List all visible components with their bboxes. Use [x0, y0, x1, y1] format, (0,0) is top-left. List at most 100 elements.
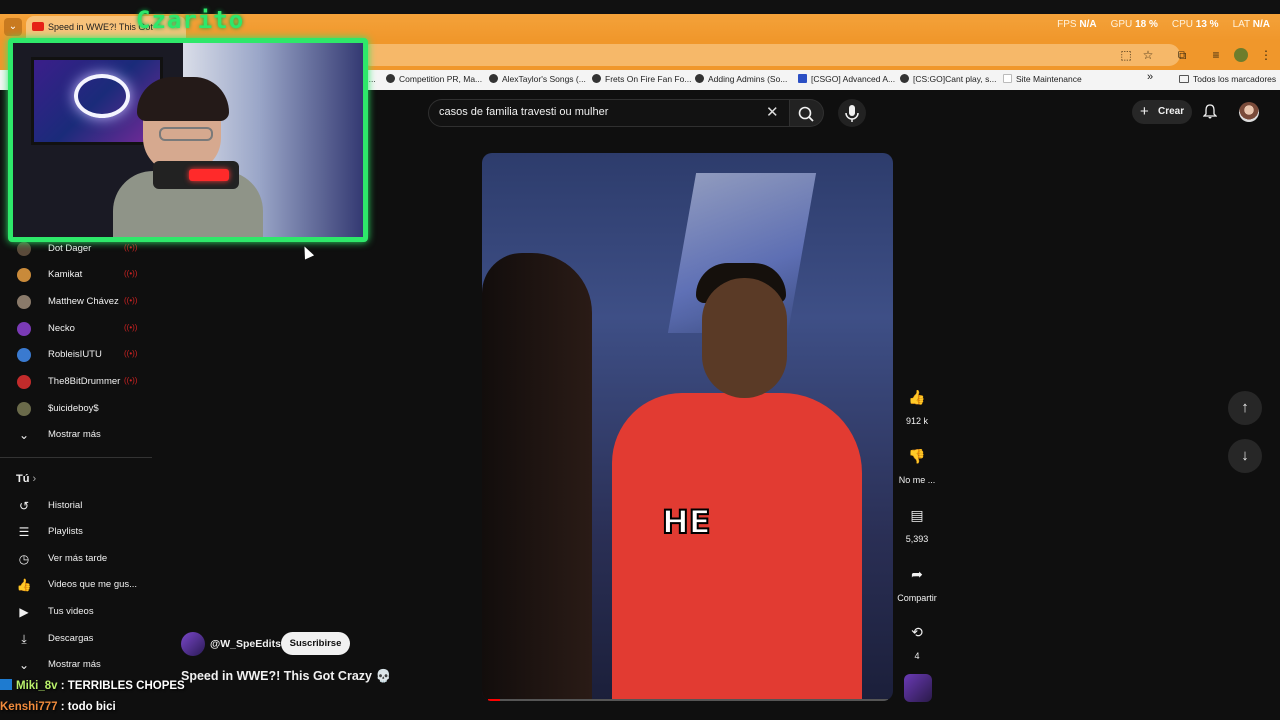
- dislike-button[interactable]: 👎 No me ...: [897, 440, 937, 485]
- sidebar-channel-suicideboys[interactable]: $uicideboy$: [0, 396, 152, 422]
- channel-avatar: [17, 268, 31, 282]
- sidebar-channel-necko[interactable]: Necko ((•)): [0, 316, 152, 342]
- live-indicator-icon: ((•)): [124, 243, 138, 252]
- search-button[interactable]: [790, 99, 824, 127]
- channel-name[interactable]: @W_SpeEdits: [210, 638, 281, 650]
- share-label: Compartir: [897, 593, 937, 603]
- live-indicator-icon: ((•)): [124, 323, 138, 332]
- share-button[interactable]: ➦ Compartir: [897, 558, 937, 603]
- sidebar-you-heading[interactable]: Tú ›: [16, 473, 36, 485]
- remix-button[interactable]: ⟲ 4: [897, 616, 937, 661]
- comments-button[interactable]: ▤ 5,393: [897, 499, 937, 544]
- remix-count: 4: [914, 651, 920, 661]
- live-indicator-icon: ((•)): [124, 296, 138, 305]
- extensions-icon[interactable]: ⧉: [1174, 47, 1190, 63]
- bookmark-favicon-icon: [695, 74, 704, 83]
- bookmark-item[interactable]: [CS:GO]Cant play, s...: [900, 74, 996, 84]
- gpu-value: 18 %: [1135, 19, 1158, 30]
- cpu-value: 13 %: [1195, 19, 1219, 30]
- create-button[interactable]: + Crear: [1132, 100, 1192, 124]
- sidebar-channel-kamikat[interactable]: Kamikat ((•)): [0, 262, 152, 288]
- arrow-up-icon: ↑: [1241, 399, 1249, 416]
- video-person-shirt: [612, 393, 862, 701]
- live-indicator-icon: ((•)): [124, 376, 138, 385]
- sidebar-item-your-videos[interactable]: ▶ Tus videos: [0, 599, 152, 625]
- glasses-icon: [159, 127, 213, 141]
- channel-avatar: [17, 375, 31, 389]
- address-bar[interactable]: [360, 44, 1180, 66]
- share-icon: ➦: [911, 566, 923, 582]
- youtube-favicon-icon: [32, 22, 44, 31]
- chevron-down-icon: ⌄: [18, 658, 30, 672]
- sidebar-item-show-more[interactable]: ⌄ Mostrar más: [0, 652, 152, 678]
- folder-icon: [1179, 75, 1189, 83]
- bookmark-item[interactable]: Site Maintenance: [1003, 74, 1082, 84]
- gpu-label: GPU: [1110, 19, 1133, 30]
- cpu-label: CPU: [1171, 19, 1193, 30]
- sound-thumbnail[interactable]: [904, 674, 932, 702]
- lat-value: N/A: [1252, 19, 1270, 30]
- sidebar-item-downloads[interactable]: ⤓ Descargas: [0, 626, 152, 652]
- install-app-icon[interactable]: ⬚: [1118, 47, 1134, 63]
- bookmark-favicon-icon: [900, 74, 909, 83]
- short-video-player[interactable]: HE: [482, 153, 893, 701]
- dislike-label: No me ...: [898, 475, 936, 485]
- liked-videos-icon: 👍: [16, 578, 32, 592]
- bookmark-item[interactable]: [CSGO] Advanced A...: [798, 74, 895, 84]
- like-button[interactable]: 👍 912 k: [897, 381, 937, 426]
- browser-menu-icon[interactable]: ⋮: [1258, 47, 1274, 63]
- notifications-bell-icon[interactable]: [1203, 104, 1217, 119]
- voice-search-button[interactable]: [838, 99, 866, 127]
- sidebar-divider: [0, 457, 152, 458]
- chat-message: Miki_8v : TERRIBLES CHOPES: [0, 679, 185, 692]
- search-query-text: casos de familia travesti ou mulher: [439, 106, 609, 118]
- video-progress-fill: [488, 699, 500, 701]
- sidebar-item-historial[interactable]: ↺ Historial: [0, 493, 152, 519]
- thumbs-up-icon: 👍: [908, 389, 926, 405]
- chat-badge-icon: [0, 679, 12, 690]
- sidebar-channel-matthew-chavez[interactable]: Matthew Chávez ((•)): [0, 289, 152, 315]
- short-title[interactable]: Speed in WWE?! This Got Crazy 💀: [181, 669, 391, 684]
- reading-list-icon[interactable]: ≡: [1208, 47, 1224, 63]
- history-icon: ↺: [18, 499, 30, 513]
- tab-list-dropdown-icon[interactable]: ⌄: [4, 18, 22, 36]
- fps-label: FPS: [1057, 19, 1077, 30]
- bookmark-item[interactable]: AlexTaylor's Songs (...: [489, 74, 586, 84]
- all-bookmarks-folder[interactable]: Todos los marcadores: [1179, 74, 1276, 84]
- video-person-head: [702, 278, 787, 398]
- bookmark-item[interactable]: Frets On Fire Fan Fo...: [592, 74, 691, 84]
- chevron-right-icon: ›: [32, 473, 37, 485]
- sidebar-item-watch-later[interactable]: ◷ Ver más tarde: [0, 546, 152, 572]
- video-progress-bar[interactable]: [488, 699, 888, 701]
- remix-icon: ⟲: [911, 624, 923, 640]
- bookmark-item[interactable]: Adding Admins (So...: [695, 74, 787, 84]
- video-caption: HE: [661, 502, 712, 542]
- bookmark-item[interactable]: Competition PR, Ma...: [386, 74, 482, 84]
- next-short-button[interactable]: ↓: [1228, 439, 1262, 473]
- bookmark-favicon-icon: [386, 74, 395, 83]
- account-avatar[interactable]: [1239, 102, 1259, 122]
- sidebar-item-liked-videos[interactable]: 👍 Videos que me gus...: [0, 572, 152, 598]
- comment-icon: ▤: [910, 507, 924, 523]
- bookmark-star-icon[interactable]: ☆: [1140, 47, 1156, 63]
- sidebar-channel-the8bitdrummer[interactable]: The8BitDrummer ((•)): [0, 369, 152, 395]
- profile-avatar[interactable]: [1234, 48, 1248, 62]
- microphone-icon: [153, 161, 239, 189]
- subscribe-button[interactable]: Suscribirse: [281, 632, 350, 655]
- clear-search-icon[interactable]: ✕: [766, 103, 779, 121]
- live-indicator-icon: ((•)): [124, 349, 138, 358]
- like-count: 912 k: [905, 416, 929, 426]
- bookmark-favicon-icon: [592, 74, 601, 83]
- playlists-icon: ☰: [18, 525, 30, 539]
- streamer-name: Czarito: [136, 6, 245, 34]
- sidebar-show-more-subscriptions[interactable]: ⌄ Mostrar más: [0, 422, 152, 448]
- sidebar-channel-robleisiutu[interactable]: RobleisIUTU ((•)): [0, 342, 152, 368]
- thumbs-down-icon: 👎: [908, 448, 926, 464]
- channel-avatar[interactable]: [181, 632, 205, 656]
- bookmarks-overflow-button[interactable]: »: [1147, 71, 1153, 83]
- previous-short-button[interactable]: ↑: [1228, 391, 1262, 425]
- bookmark-favicon-icon: [1003, 74, 1012, 83]
- channel-avatar: [17, 348, 31, 362]
- sidebar-item-playlists[interactable]: ☰ Playlists: [0, 519, 152, 545]
- live-indicator-icon: ((•)): [124, 269, 138, 278]
